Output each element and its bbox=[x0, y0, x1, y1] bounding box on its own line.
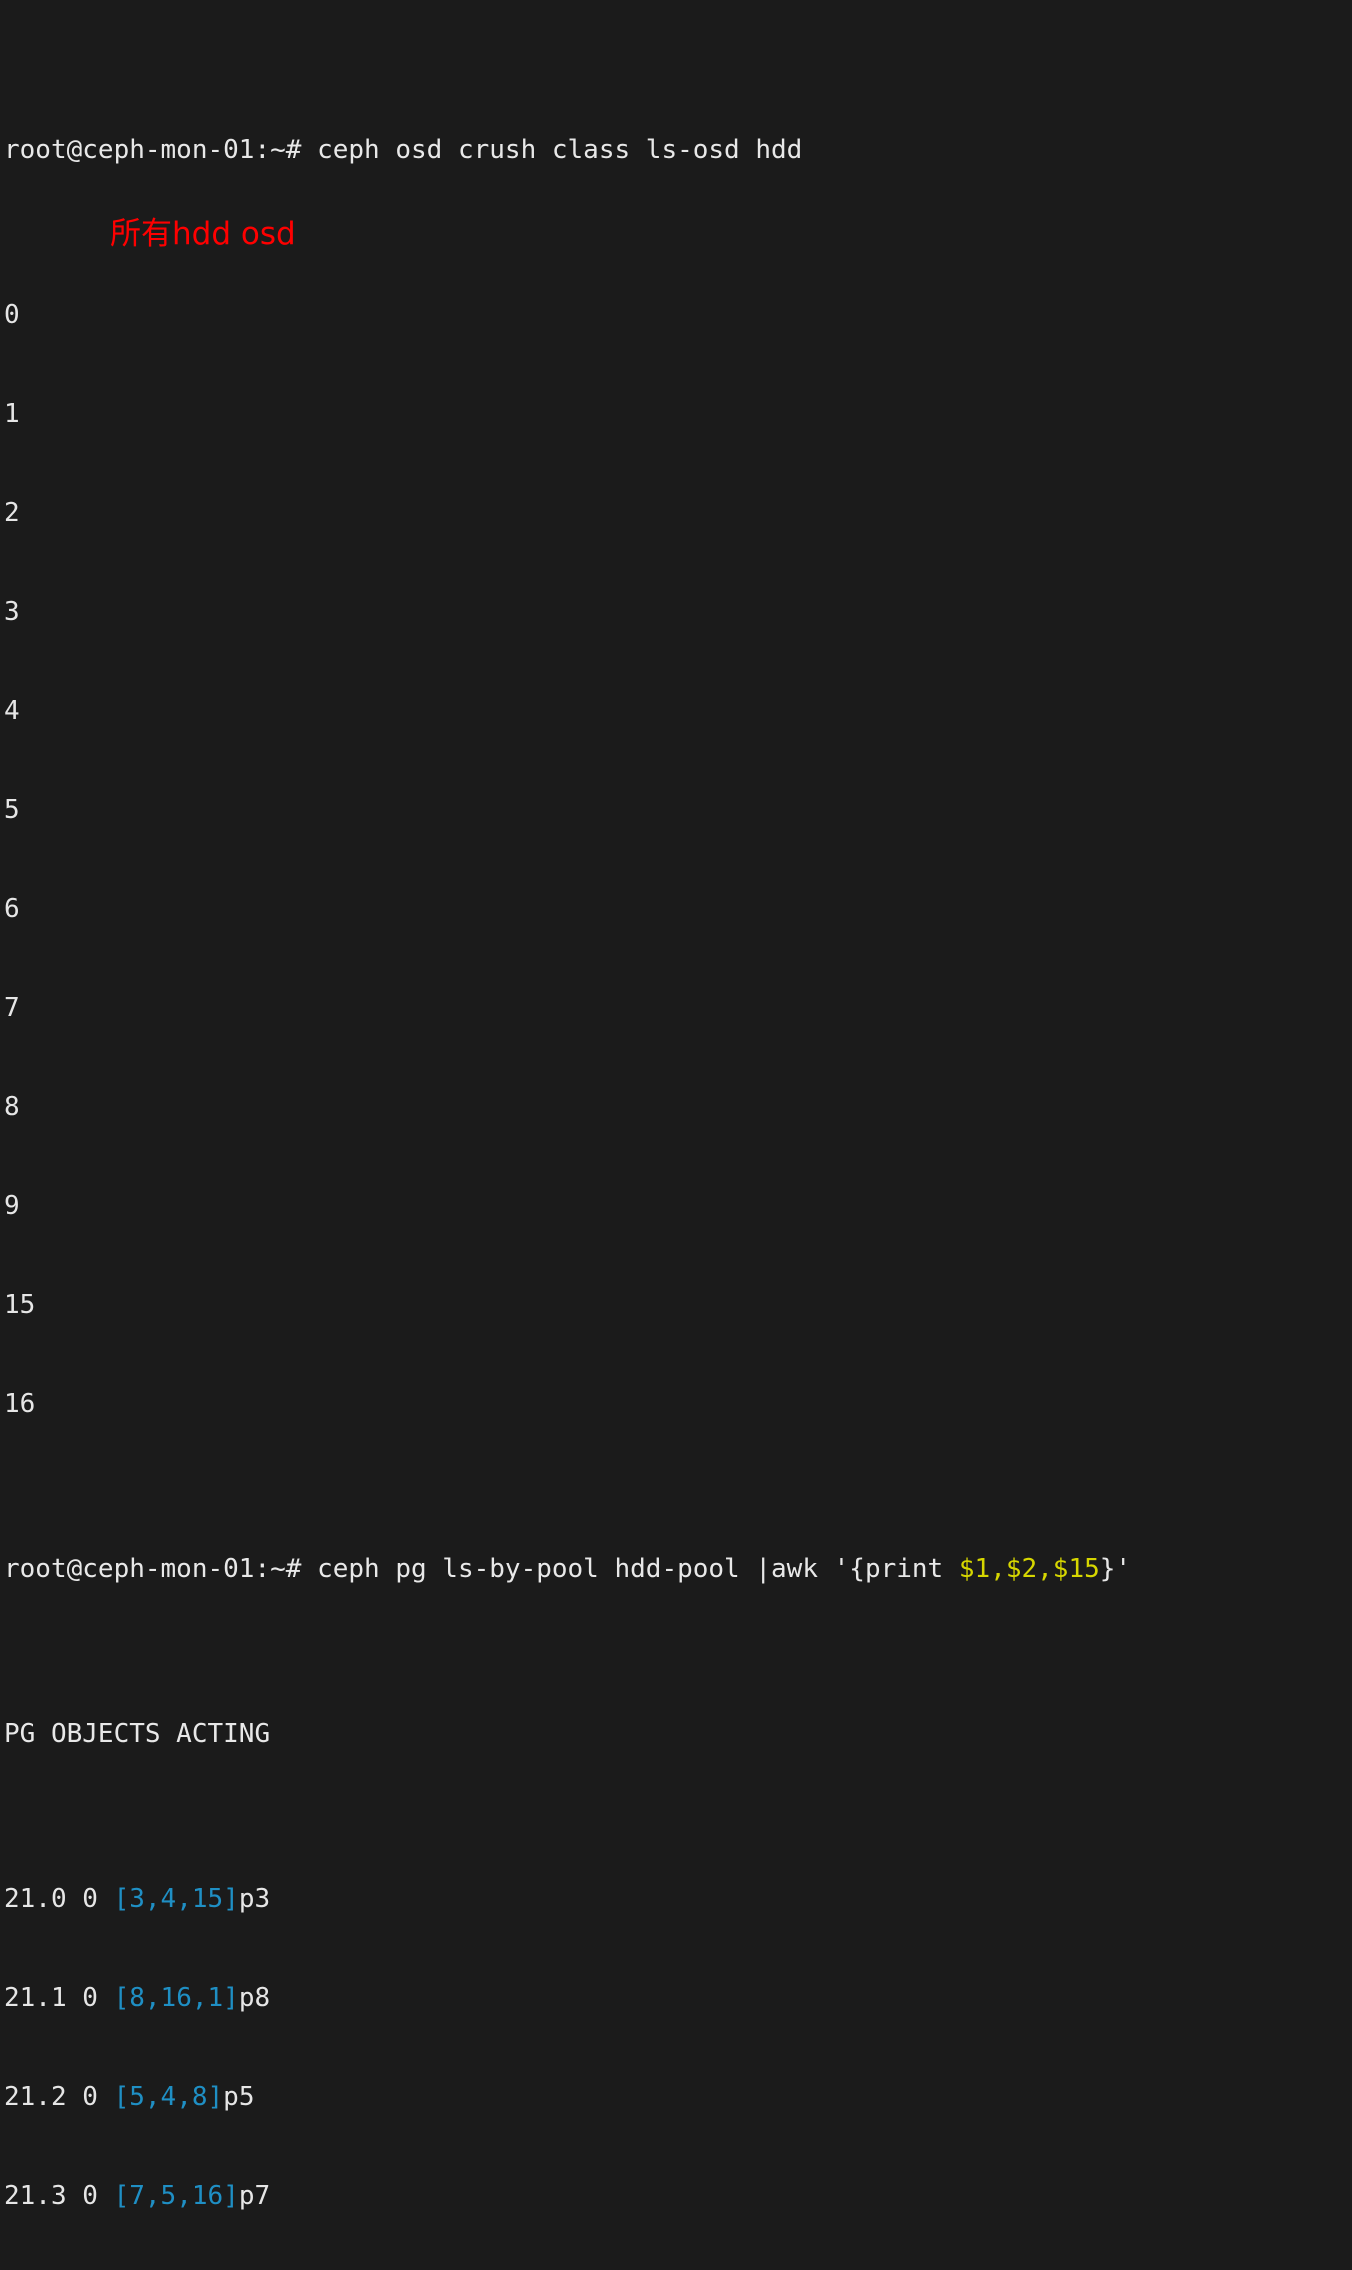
pg-primary: p5 bbox=[223, 2082, 255, 2112]
osd-id-row: 3 bbox=[4, 596, 1352, 629]
annotation-all-hdd-osd: 所有hdd osd bbox=[110, 216, 296, 252]
osd-id-row: 6 bbox=[4, 893, 1352, 926]
shell-prompt: root@ceph-mon-01:~# bbox=[4, 135, 302, 165]
shell-prompt: root@ceph-mon-01:~# bbox=[4, 1554, 302, 1584]
pg-table-header: PG OBJECTS ACTING bbox=[4, 1718, 1352, 1751]
terminal-screen: root@ceph-mon-01:~# ceph osd crush class… bbox=[4, 2, 1352, 2270]
osd-id: 8 bbox=[4, 1092, 20, 1122]
osd-id: 7 bbox=[4, 993, 20, 1023]
pg-acting-set: [7,5,16] bbox=[113, 2181, 239, 2211]
osd-id: 0 bbox=[4, 300, 20, 330]
osd-id: 9 bbox=[4, 1191, 20, 1221]
osd-id-row: 16 bbox=[4, 1388, 1352, 1421]
table-row: 21.0 0 [3,4,15]p3 bbox=[4, 1883, 1352, 1916]
table-row: 21.3 0 [7,5,16]p7 bbox=[4, 2180, 1352, 2213]
osd-id: 2 bbox=[4, 498, 20, 528]
pg-objects: 0 bbox=[82, 1983, 98, 2013]
osd-id: 16 bbox=[4, 1389, 36, 1419]
osd-id: 5 bbox=[4, 795, 20, 825]
pg-primary: p3 bbox=[238, 1884, 271, 1914]
osd-id-row: 2 bbox=[4, 497, 1352, 530]
osd-id: 4 bbox=[4, 696, 20, 726]
table-row: 21.2 0 [5,4,8]p5 bbox=[4, 2081, 1352, 2114]
osd-id-row: 15 bbox=[4, 1289, 1352, 1322]
osd-id-row: 9 bbox=[4, 1190, 1352, 1223]
pg-acting-set: [3,4,15] bbox=[113, 1884, 239, 1914]
command-line-2: root@ceph-mon-01:~# ceph pg ls-by-pool h… bbox=[4, 1553, 1352, 1586]
command-text-post: }' bbox=[1099, 1554, 1132, 1584]
pg-table-header-text: PG OBJECTS ACTING bbox=[4, 1719, 271, 1749]
terminal-window[interactable]: root@ceph-mon-01:~# ceph osd crush class… bbox=[0, 0, 1352, 2211]
osd-id-row: 1 bbox=[4, 398, 1352, 431]
pg-objects: 0 bbox=[82, 2181, 98, 2211]
awk-fields-highlight: $1,$2,$15 bbox=[958, 1554, 1100, 1584]
pg-id: 21.2 bbox=[4, 2082, 67, 2112]
pg-id: 21.3 bbox=[4, 2181, 67, 2211]
pg-id: 21.1 bbox=[4, 1983, 67, 2013]
osd-id: 3 bbox=[4, 597, 20, 627]
pg-objects: 0 bbox=[82, 2082, 98, 2112]
command-text: ceph osd crush class ls-osd hdd bbox=[301, 135, 803, 165]
pg-acting-set: [8,16,1] bbox=[113, 1983, 239, 2013]
pg-primary: p8 bbox=[238, 1983, 271, 2013]
pg-primary: p7 bbox=[238, 2181, 271, 2211]
osd-id-row: 5 bbox=[4, 794, 1352, 827]
command-line-1: root@ceph-mon-01:~# ceph osd crush class… bbox=[4, 134, 1352, 167]
pg-objects: 0 bbox=[82, 1884, 98, 1914]
pg-acting-set: [5,4,8] bbox=[113, 2082, 224, 2112]
osd-id-row: 7 bbox=[4, 992, 1352, 1025]
command-text-pre: ceph pg ls-by-pool hdd-pool |awk '{print bbox=[301, 1554, 959, 1584]
osd-id: 15 bbox=[4, 1290, 36, 1320]
osd-id-row: 0 bbox=[4, 299, 1352, 332]
osd-id: 6 bbox=[4, 894, 20, 924]
pg-id: 21.0 bbox=[4, 1884, 67, 1914]
table-row: 21.1 0 [8,16,1]p8 bbox=[4, 1982, 1352, 2015]
osd-id-row: 8 bbox=[4, 1091, 1352, 1124]
osd-id: 1 bbox=[4, 399, 20, 429]
osd-id-row: 4 bbox=[4, 695, 1352, 728]
